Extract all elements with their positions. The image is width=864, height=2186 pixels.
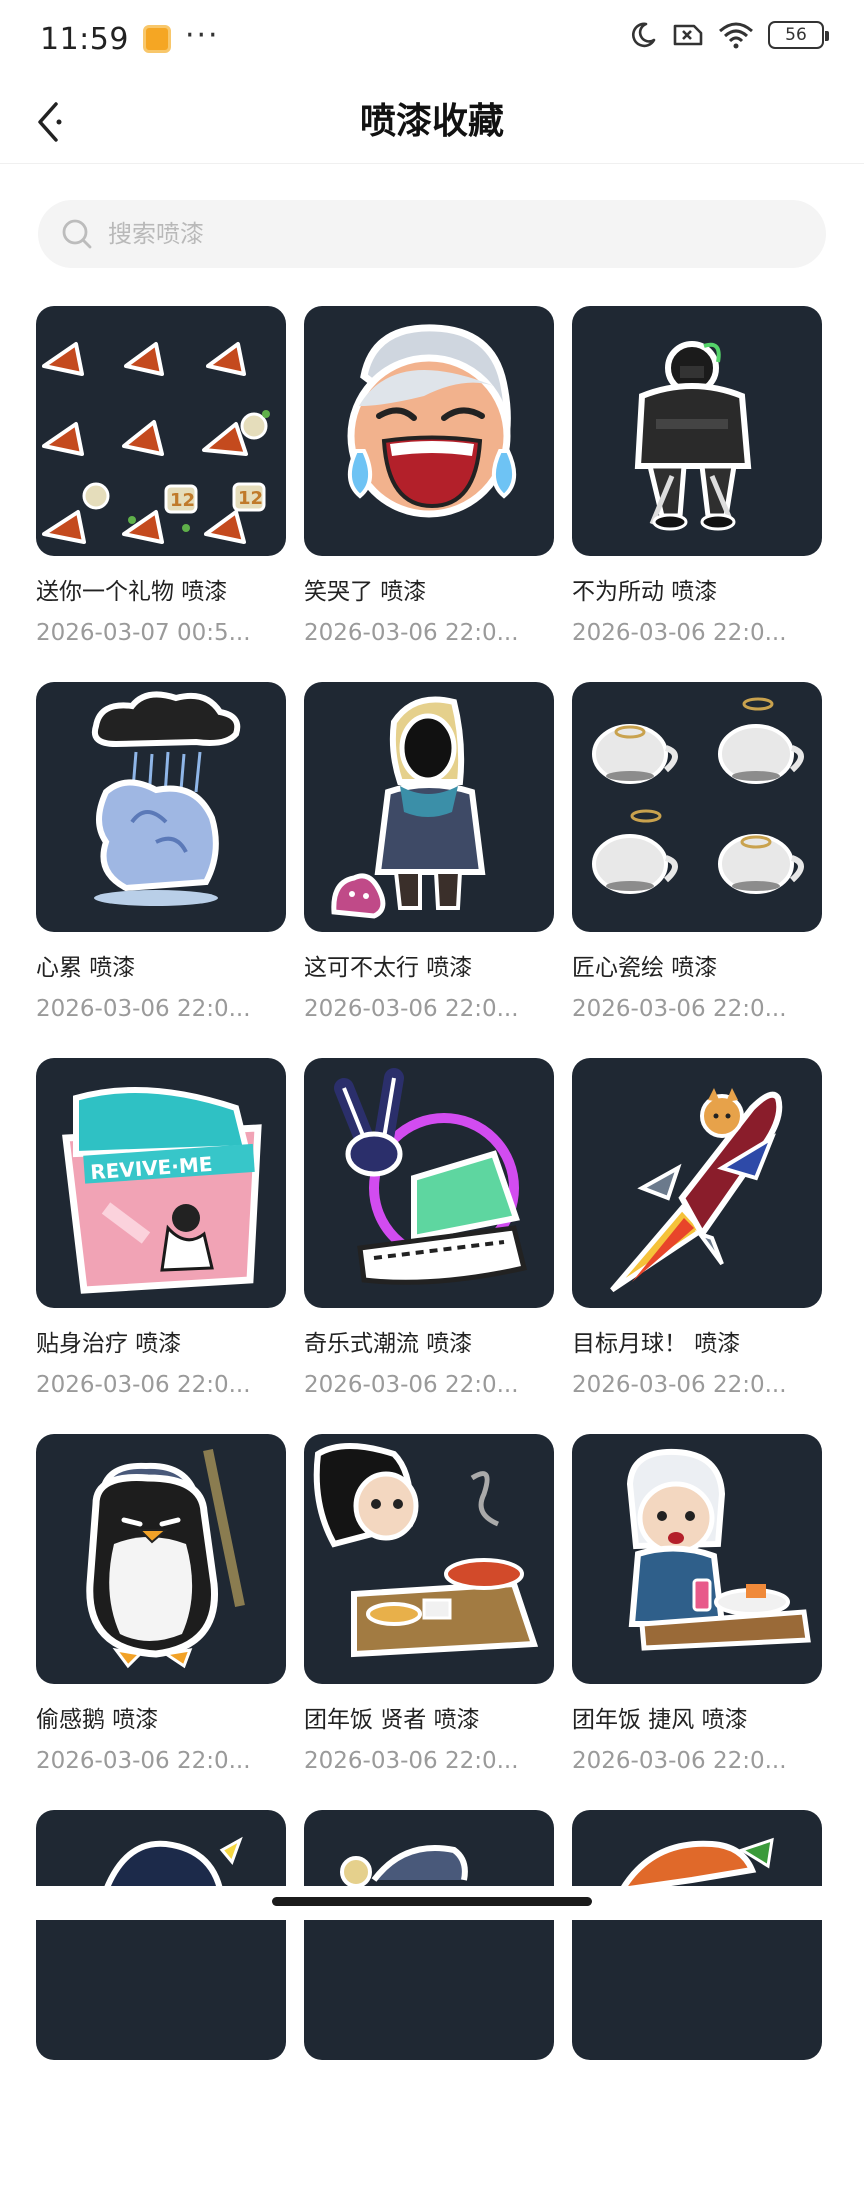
spray-date: 2026-03-06 22:0...: [572, 996, 787, 1022]
spray-title: 团年饭 贤者 喷漆: [304, 1707, 480, 1733]
search-bar[interactable]: [38, 200, 826, 268]
spray-thumbnail[interactable]: [36, 682, 286, 932]
spray-thumbnail[interactable]: [572, 1058, 822, 1308]
spray-thumbnail[interactable]: [572, 682, 822, 932]
spray-card[interactable]: 团年饭 贤者 喷漆 2026-03-06 22:0...: [304, 1434, 554, 1810]
wifi-icon: [719, 22, 753, 49]
spray-card[interactable]: 匠心瓷绘 喷漆 2026-03-06 22:0...: [572, 682, 822, 1058]
spray-date: 2026-03-06 22:0...: [304, 1372, 519, 1398]
no-sim-icon: [673, 24, 703, 46]
spray-date: 2026-03-07 00:5...: [36, 620, 251, 646]
spray-title: 团年饭 捷风 喷漆: [572, 1707, 748, 1733]
spray-card[interactable]: 心累 喷漆 2026-03-06 22:0...: [36, 682, 286, 1058]
spray-date: 2026-03-06 22:0...: [36, 996, 251, 1022]
penguin-sticker: [86, 1448, 245, 1669]
spray-title: 奇乐式潮流 喷漆: [304, 1331, 473, 1357]
spray-date: 2026-03-06 22:0...: [36, 1372, 251, 1398]
sitting-agent-sticker: [634, 341, 752, 531]
status-time: 11:59: [40, 21, 129, 57]
spray-date: 2026-03-06 22:0...: [572, 620, 787, 646]
revive-me-sticker: REVIVE·ME: [62, 1087, 262, 1294]
screaming-agent-sticker: [331, 696, 486, 919]
search-input[interactable]: [108, 220, 788, 248]
search-icon: [62, 219, 92, 249]
spray-title: 贴身治疗 喷漆: [36, 1331, 182, 1357]
spray-thumbnail[interactable]: REVIVE·ME: [36, 1058, 286, 1308]
spray-thumbnail[interactable]: [304, 1434, 554, 1684]
rocket-dog-sticker: [610, 1088, 783, 1293]
spray-title: 目标月球！ 喷漆: [572, 1331, 741, 1357]
sage-dinner-sticker: [313, 1443, 539, 1658]
spray-card[interactable]: 目标月球！ 喷漆 2026-03-06 22:0...: [572, 1058, 822, 1434]
spray-title: 笑哭了 喷漆: [304, 579, 427, 605]
teapots-sticker: [592, 697, 804, 894]
spray-title: 不为所动 喷漆: [572, 579, 718, 605]
spray-title: 匠心瓷绘 喷漆: [572, 955, 718, 981]
spray-date: 2026-03-06 22:0...: [572, 1372, 787, 1398]
spray-card[interactable]: 不为所动 喷漆 2026-03-06 22:0...: [572, 306, 822, 682]
status-bar: 11:59 ··· 56: [0, 0, 864, 78]
spray-thumbnail[interactable]: [36, 1810, 286, 2060]
spray-thumbnail[interactable]: 12 12: [36, 306, 286, 556]
status-icons: 56: [628, 20, 829, 50]
spray-date: 2026-03-06 22:0...: [304, 620, 519, 646]
jett-dinner-sticker: [626, 1448, 811, 1651]
more-notifications-icon: ···: [184, 17, 220, 53]
spray-date: 2026-03-06 22:0...: [572, 1748, 787, 1774]
moon-icon: [631, 22, 656, 48]
page-title: 喷漆收藏: [359, 101, 504, 142]
spray-title: 心累 喷漆: [36, 955, 136, 981]
spray-card[interactable]: 偷感鹅 喷漆 2026-03-06 22:0...: [36, 1434, 286, 1810]
partial-sticker: [340, 1845, 468, 1888]
spray-title: 偷感鹅 喷漆: [36, 1707, 159, 1733]
spray-card[interactable]: 团年饭 捷风 喷漆 2026-03-06 22:0...: [572, 1434, 822, 1810]
peace-sign-sneakers-sticker: [334, 1068, 528, 1285]
spray-card[interactable]: 12 12 送你一个礼物 喷漆 2026-03-07 00:5...: [36, 306, 286, 682]
spray-title: 这可不太行 喷漆: [304, 955, 473, 981]
nav-bar: 喷漆收藏: [0, 78, 864, 164]
svg-text:12: 12: [238, 488, 263, 509]
spray-thumbnail[interactable]: [572, 1810, 822, 2060]
spray-date: 2026-03-06 22:0...: [36, 1748, 251, 1774]
spray-card[interactable]: REVIVE·ME 贴身治疗 喷漆 2026-03-06 22:0...: [36, 1058, 286, 1434]
home-indicator[interactable]: [272, 1897, 592, 1906]
partial-sticker: [616, 1837, 774, 1894]
gift-cones-sticker: 12 12: [42, 342, 270, 544]
battery-indicator: 56: [768, 21, 829, 49]
svg-text:12: 12: [170, 490, 195, 511]
app-notification-icon: [142, 25, 171, 53]
spray-thumbnail[interactable]: [304, 1058, 554, 1308]
spray-thumbnail[interactable]: [572, 1434, 822, 1684]
spray-card[interactable]: [36, 1810, 286, 2186]
spray-thumbnail[interactable]: [304, 682, 554, 932]
spray-date: 2026-03-06 22:0...: [304, 1748, 519, 1774]
spray-card[interactable]: [572, 1810, 822, 2186]
spray-card[interactable]: [304, 1810, 554, 2186]
spray-card[interactable]: 笑哭了 喷漆 2026-03-06 22:0...: [304, 306, 554, 682]
spray-card[interactable]: 这可不太行 喷漆 2026-03-06 22:0...: [304, 682, 554, 1058]
spray-thumbnail[interactable]: [36, 1434, 286, 1684]
laughing-face-sticker: [347, 324, 516, 518]
spray-title: 送你一个礼物 喷漆: [36, 579, 228, 605]
spray-thumbnail[interactable]: [304, 1810, 554, 2060]
rain-cloud-sticker: [92, 691, 241, 906]
partial-sticker: [103, 1836, 243, 1901]
spray-thumbnail[interactable]: [572, 306, 822, 556]
spray-date: 2026-03-06 22:0...: [304, 996, 519, 1022]
battery-level: 56: [785, 25, 807, 45]
spray-thumbnail[interactable]: [304, 306, 554, 556]
spray-card[interactable]: 奇乐式潮流 喷漆 2026-03-06 22:0...: [304, 1058, 554, 1434]
